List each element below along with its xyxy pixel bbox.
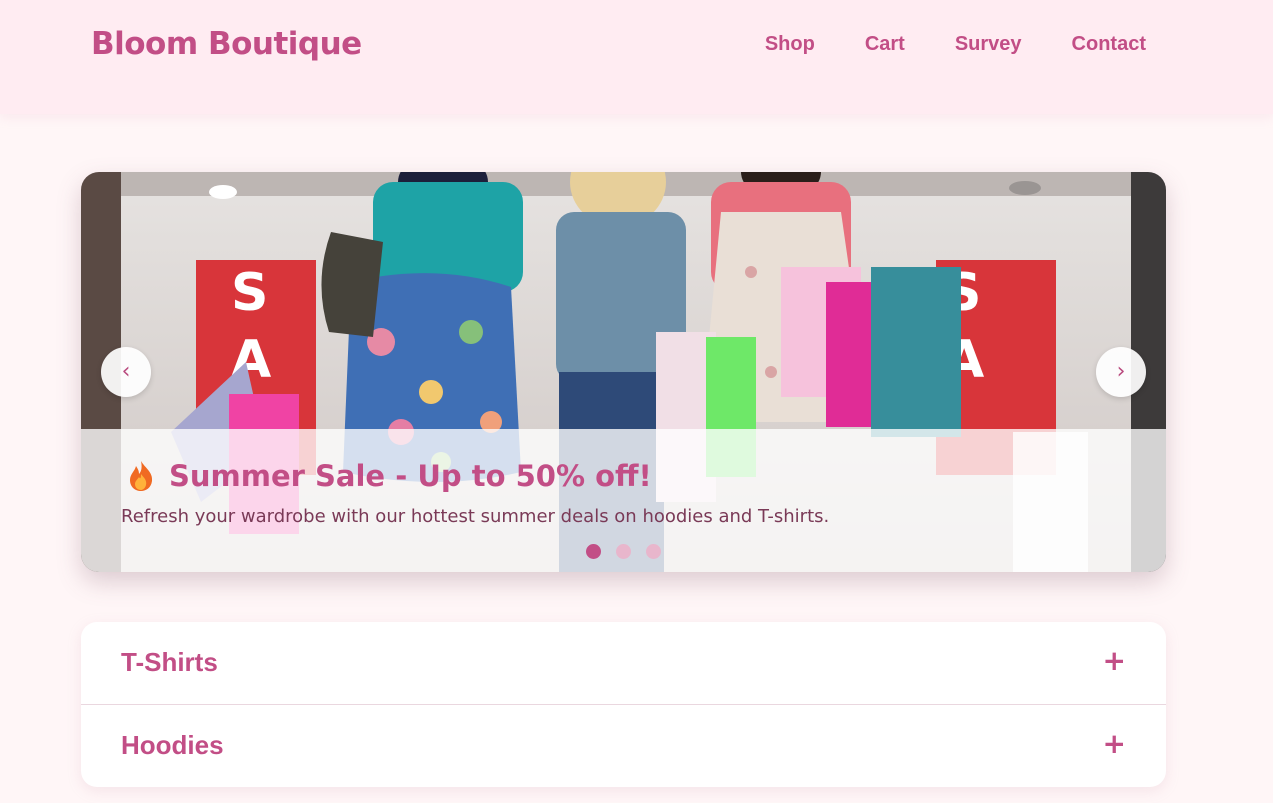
hero-carousel: S A S A ‹ › Summer Sale - Up to 50% off!…: [81, 172, 1166, 572]
flame-icon: [127, 460, 155, 492]
nav-cart[interactable]: Cart: [865, 33, 905, 56]
brand-logo[interactable]: Bloom Boutique: [91, 26, 362, 62]
slide-description: Refresh your wardrobe with our hottest s…: [121, 506, 830, 527]
slide-title: Summer Sale - Up to 50% off!: [169, 459, 652, 493]
carousel-prev-button[interactable]: ‹: [101, 347, 151, 397]
slide-caption: Summer Sale - Up to 50% off! Refresh you…: [81, 429, 1166, 572]
plus-icon[interactable]: +: [1103, 644, 1126, 677]
slide-title-row: Summer Sale - Up to 50% off!: [127, 459, 652, 493]
site-header: Bloom Boutique Shop Cart Survey Contact: [0, 0, 1273, 114]
plus-icon[interactable]: +: [1103, 727, 1126, 760]
carousel-dot-1[interactable]: [586, 544, 601, 559]
carousel-dots: [586, 544, 661, 559]
main-nav: Shop Cart Survey Contact: [765, 33, 1146, 56]
carousel-dot-3[interactable]: [646, 544, 661, 559]
nav-contact[interactable]: Contact: [1072, 33, 1146, 56]
accordion-item-tshirts[interactable]: T-Shirts +: [81, 622, 1166, 704]
nav-shop[interactable]: Shop: [765, 33, 815, 56]
accordion-label: Hoodies: [121, 730, 224, 760]
carousel-dot-2[interactable]: [616, 544, 631, 559]
accordion-label: T-Shirts: [121, 647, 218, 677]
svg-text:S: S: [231, 263, 268, 323]
carousel-next-button[interactable]: ›: [1096, 347, 1146, 397]
category-accordion: T-Shirts + Hoodies +: [81, 622, 1166, 787]
nav-survey[interactable]: Survey: [955, 33, 1022, 56]
accordion-item-hoodies[interactable]: Hoodies +: [81, 704, 1166, 787]
